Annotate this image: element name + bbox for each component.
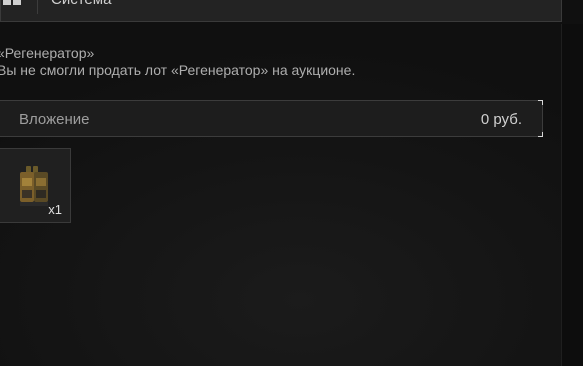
message-subject: «Регенератор»	[0, 45, 95, 61]
attachment-value: 0 руб.	[480, 111, 522, 128]
attachment-label: Вложение	[19, 111, 90, 128]
message-body: «Регенератор» Вы не смогли продать лот «…	[0, 45, 355, 79]
message-header: Система	[0, 0, 562, 22]
item-slot[interactable]: x1	[0, 148, 71, 223]
regenerator-icon	[20, 166, 48, 206]
header-divider	[37, 0, 38, 14]
scrollbar-track[interactable]	[561, 24, 583, 366]
header-title: Система	[51, 0, 111, 8]
attachment-row: Вложение 0 руб.	[0, 100, 543, 137]
item-count: x1	[48, 202, 62, 217]
message-text: Вы не смогли продать лот «Регенератор» н…	[0, 62, 356, 78]
system-icon	[3, 0, 21, 5]
